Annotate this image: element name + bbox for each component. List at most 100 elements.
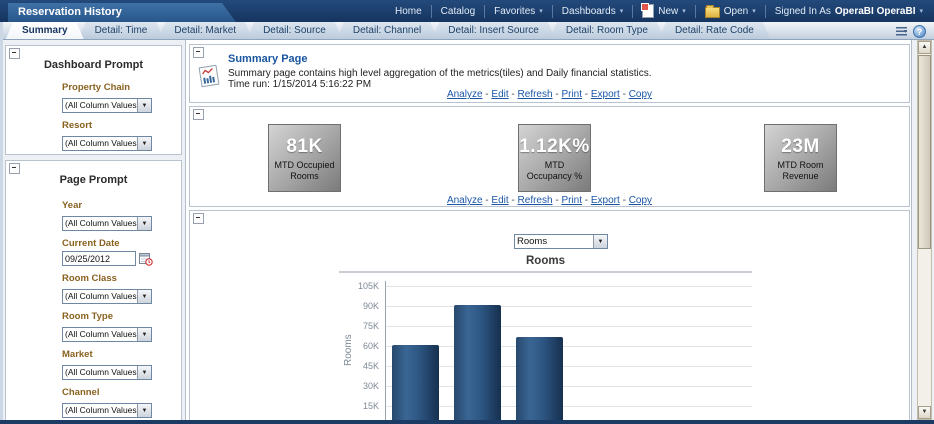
export-link[interactable]: Export [591,195,620,206]
sidebar-splitter[interactable] [185,40,186,420]
chevron-down-icon: ▾ [919,7,923,15]
room-class-select[interactable]: (All Column Values) ▼ [62,289,152,304]
calendar-icon[interactable] [139,252,153,266]
property-chain-select[interactable]: (All Column Values) ▼ [62,98,152,113]
top-header-bar: Reservation History Home Catalog Favorit… [0,0,934,22]
chart-y-tick-label: 90K [339,301,379,311]
scrollbar-thumb[interactable] [918,55,931,249]
collapse-section-icon[interactable] [193,109,204,120]
metric-tiles-section: 81K MTD Occupied Rooms 1.12K% MTD Occupa… [189,106,910,207]
menu-home[interactable]: Home [386,6,431,17]
scroll-down-arrow[interactable]: ▼ [918,406,931,419]
menu-new[interactable]: New▾ [633,4,695,18]
export-link[interactable]: Export [591,89,620,100]
chart-bar [516,337,563,421]
report-action-links: Analyze Edit Refresh Print Export Copy [190,89,909,100]
tab-detail-insert-source[interactable]: Detail: Insert Source [432,22,555,39]
menu-open[interactable]: Open▾ [696,5,765,18]
chart-y-tick-label: 30K [339,381,379,391]
tile-label: MTD Occupied Rooms [273,160,337,181]
page-tabs-bar: Summary Detail: Time Detail: Market Deta… [0,22,934,40]
chart-gridline [386,386,752,387]
global-menu: Home Catalog Favorites▾ Dashboards▾ New▾… [386,0,932,22]
chart-y-tick-label: 15K [339,401,379,411]
edit-link[interactable]: Edit [491,195,508,206]
signed-in-menu[interactable]: Signed In AsOperaBI OperaBI▾ [766,6,932,17]
chart-section: Rooms ▼ Rooms Rooms 105K90K75K60K45K30K1… [189,210,910,421]
tab-detail-channel[interactable]: Detail: Channel [337,22,437,39]
chart-gridline [386,366,752,367]
refresh-link[interactable]: Refresh [518,89,553,100]
market-select[interactable]: (All Column Values) ▼ [62,365,152,380]
channel-select[interactable]: (All Column Values) ▼ [62,403,152,418]
dropdown-arrow-icon[interactable]: ▼ [137,290,151,303]
chart-y-tick-label: 60K [339,341,379,351]
refresh-link[interactable]: Refresh [518,195,553,206]
dropdown-arrow-icon[interactable]: ▼ [137,404,151,417]
year-select[interactable]: (All Column Values) ▼ [62,216,152,231]
page-prompt-title: Page Prompt [6,174,181,186]
help-icon[interactable]: ? [913,25,926,38]
analyze-link[interactable]: Analyze [447,89,483,100]
dropdown-arrow-icon[interactable]: ▼ [137,328,151,341]
tab-detail-source[interactable]: Detail: Source [247,22,342,39]
page-prompt-panel: Page Prompt Year (All Column Values) ▼ C… [5,160,182,421]
chart-gridline [386,406,752,407]
collapse-section-icon[interactable] [193,47,204,58]
tab-detail-room-type[interactable]: Detail: Room Type [550,22,664,39]
chevron-down-icon: ▾ [752,7,756,15]
copy-link[interactable]: Copy [629,89,652,100]
application-window: Reservation History Home Catalog Favorit… [0,0,934,424]
property-chain-label: Property Chain [62,82,181,93]
tile-value: 81K [269,136,340,158]
menu-catalog[interactable]: Catalog [432,6,484,17]
tile-mtd-room-revenue: 23M MTD Room Revenue [764,124,837,192]
dropdown-arrow-icon[interactable]: ▼ [137,99,151,112]
chart-bar [392,345,439,421]
collapse-section-icon[interactable] [193,213,204,224]
analyze-link[interactable]: Analyze [447,195,483,206]
chart-title: Rooms [339,255,752,267]
copy-link[interactable]: Copy [629,195,652,206]
chevron-down-icon: ▾ [682,7,686,15]
tile-label: MTD Room Revenue [769,160,833,181]
room-type-label: Room Type [62,311,181,322]
current-date-label: Current Date [62,238,181,249]
menu-favorites[interactable]: Favorites▾ [485,6,552,17]
tab-detail-rate-code[interactable]: Detail: Rate Code [659,22,770,39]
dashboard-page-tab[interactable]: Reservation History [8,3,236,22]
current-date-input[interactable] [62,251,136,266]
tab-detail-market[interactable]: Detail: Market [158,22,252,39]
chart-plot: 105K90K75K60K45K30K15K [339,273,752,421]
chart-bar [454,305,501,421]
print-link[interactable]: Print [561,89,582,100]
dashboard-prompt-panel: Dashboard Prompt Property Chain (All Col… [5,45,182,155]
metric-selector[interactable]: Rooms ▼ [514,234,608,249]
room-type-select[interactable]: (All Column Values) ▼ [62,327,152,342]
new-document-icon [642,4,654,18]
summary-page-description: Summary page contains high level aggrega… [228,68,652,79]
chart-gridline [386,326,752,327]
chart-gridline [386,346,752,347]
menu-dashboards[interactable]: Dashboards▾ [553,6,632,17]
vertical-scrollbar[interactable]: ▲ ▼ [917,40,932,420]
dropdown-arrow-icon[interactable]: ▼ [137,366,151,379]
dropdown-arrow-icon[interactable]: ▼ [593,235,607,248]
tile-value: 1.12K% [519,136,590,158]
tab-detail-time[interactable]: Detail: Time [79,22,164,39]
print-link[interactable]: Print [561,195,582,206]
window-bottom-edge [0,420,934,424]
dropdown-arrow-icon[interactable]: ▼ [137,217,151,230]
room-class-label: Room Class [62,273,181,284]
chart-y-tick-label: 45K [339,361,379,371]
scroll-up-arrow[interactable]: ▲ [918,41,931,54]
page-options-icon[interactable]: ▾ [896,27,907,36]
collapse-section-icon[interactable] [9,163,20,174]
window-left-edge [0,22,3,420]
edit-link[interactable]: Edit [491,89,508,100]
dropdown-arrow-icon[interactable]: ▼ [137,137,151,150]
resort-select[interactable]: (All Column Values) ▼ [62,136,152,151]
dashboard-title: Reservation History [18,6,122,18]
tab-summary[interactable]: Summary [6,22,84,39]
collapse-section-icon[interactable] [9,48,20,59]
